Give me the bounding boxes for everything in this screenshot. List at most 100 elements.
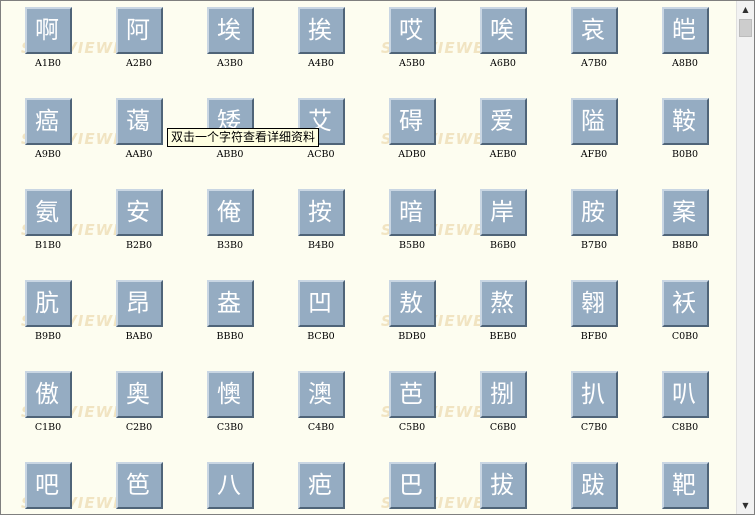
char-cell: 岸 B6B0 xyxy=(468,189,538,259)
char-glyph: 疤 xyxy=(308,471,332,499)
char-tile[interactable]: 懊 xyxy=(207,371,254,418)
char-tile[interactable]: 爱 xyxy=(480,98,527,145)
char-code: C7B0 xyxy=(580,422,608,433)
char-code: BFB0 xyxy=(580,331,608,342)
char-glyph: 奥 xyxy=(126,380,150,408)
char-tile[interactable]: 俺 xyxy=(207,189,254,236)
char-cell: 八 CBB0 xyxy=(195,462,265,514)
char-tile[interactable]: 按 xyxy=(298,189,345,236)
char-code: ABB0 xyxy=(216,149,244,160)
char-tile[interactable]: 岸 xyxy=(480,189,527,236)
char-cell: 巴 CDB0 xyxy=(377,462,447,514)
char-cell: 奥 C2B0 xyxy=(104,371,174,441)
char-tile[interactable]: 八 xyxy=(207,462,254,509)
scroll-down-icon[interactable]: ▼ xyxy=(737,497,754,514)
char-cell: 唉 A6B0 xyxy=(468,7,538,77)
char-tile[interactable]: 氨 xyxy=(25,189,72,236)
char-code: A5B0 xyxy=(399,58,425,69)
char-tile[interactable]: 疤 xyxy=(298,462,345,509)
char-tile[interactable]: 奥 xyxy=(116,371,163,418)
char-tile[interactable]: 案 xyxy=(662,189,709,236)
char-code: A2B0 xyxy=(126,58,152,69)
char-code: ACB0 xyxy=(307,149,335,160)
char-tile[interactable]: 盎 xyxy=(207,280,254,327)
char-tile[interactable]: 暗 xyxy=(389,189,436,236)
char-cell: 吧 C9B0 xyxy=(13,462,83,514)
char-code: CBB0 xyxy=(195,513,265,514)
char-glyph: 岸 xyxy=(490,198,514,226)
char-tile[interactable]: 胺 xyxy=(571,189,618,236)
char-tile[interactable]: 叭 xyxy=(662,371,709,418)
char-tile[interactable]: 皑 xyxy=(662,7,709,54)
char-tile[interactable]: 鞍 xyxy=(662,98,709,145)
char-tile[interactable]: 阿 xyxy=(116,7,163,54)
vertical-scrollbar[interactable]: ▲ ▼ xyxy=(736,1,754,514)
char-cell: 案 B8B0 xyxy=(650,189,720,259)
char-glyph: 埃 xyxy=(217,16,241,44)
scroll-up-icon[interactable]: ▲ xyxy=(737,1,754,18)
char-tile[interactable]: 捌 xyxy=(480,371,527,418)
char-glyph: 鞍 xyxy=(672,107,696,135)
char-code: AEB0 xyxy=(489,149,517,160)
char-tile[interactable]: 啊 xyxy=(25,7,72,54)
char-code: AFB0 xyxy=(580,149,608,160)
char-cell: 哀 A7B0 xyxy=(559,7,629,77)
char-code: BAB0 xyxy=(125,331,153,342)
char-tile[interactable]: 隘 xyxy=(571,98,618,145)
char-glyph: 碍 xyxy=(399,107,423,135)
char-tile[interactable]: 傲 xyxy=(25,371,72,418)
char-glyph: 捌 xyxy=(490,380,514,408)
char-tile[interactable]: 靶 xyxy=(662,462,709,509)
char-code: B7B0 xyxy=(580,240,608,251)
char-tile[interactable]: 碍 xyxy=(389,98,436,145)
char-tile[interactable]: 哎 xyxy=(389,7,436,54)
char-glyph: 跋 xyxy=(581,471,605,499)
char-tile[interactable]: 澳 xyxy=(298,371,345,418)
char-code: B1B0 xyxy=(34,240,62,251)
char-cell: 癌 A9B0 xyxy=(13,98,83,168)
char-code: A9B0 xyxy=(35,149,61,160)
char-tile[interactable]: 敖 xyxy=(389,280,436,327)
char-tile[interactable]: 笆 xyxy=(116,462,163,509)
char-glyph: 拔 xyxy=(490,471,514,499)
char-tile[interactable]: 昂 xyxy=(116,280,163,327)
char-tile[interactable]: 肮 xyxy=(25,280,72,327)
char-tile[interactable]: 唉 xyxy=(480,7,527,54)
char-code: C4B0 xyxy=(307,422,335,433)
char-tile[interactable]: 凹 xyxy=(298,280,345,327)
char-tile[interactable]: 芭 xyxy=(389,371,436,418)
char-cell: 按 B4B0 xyxy=(286,189,356,259)
char-glyph: 袄 xyxy=(672,289,696,317)
char-tile[interactable]: 安 xyxy=(116,189,163,236)
char-cell: 盎 BBB0 xyxy=(195,280,265,350)
char-tile[interactable]: 巴 xyxy=(389,462,436,509)
char-tile[interactable]: 埃 xyxy=(207,7,254,54)
char-code: C1B0 xyxy=(34,422,62,433)
char-tile[interactable]: 癌 xyxy=(25,98,72,145)
char-tile[interactable]: 袄 xyxy=(662,280,709,327)
char-tile[interactable]: 扒 xyxy=(571,371,618,418)
char-tile[interactable]: 熬 xyxy=(480,280,527,327)
char-tile[interactable]: 哀 xyxy=(571,7,618,54)
char-cell: 昂 BAB0 xyxy=(104,280,174,350)
scrollbar-thumb[interactable] xyxy=(739,19,752,37)
char-code: C3B0 xyxy=(216,422,244,433)
char-code: AAB0 xyxy=(125,149,153,160)
char-cell: 挨 A4B0 xyxy=(286,7,356,77)
char-tile[interactable]: 吧 xyxy=(25,462,72,509)
char-tile[interactable]: 拔 xyxy=(480,462,527,509)
char-tile[interactable]: 挨 xyxy=(298,7,345,54)
char-glyph: 吧 xyxy=(35,471,59,499)
char-tile[interactable]: 跋 xyxy=(571,462,618,509)
char-code: CEB0 xyxy=(468,513,538,514)
char-cell: 翱 BFB0 xyxy=(559,280,629,350)
char-cell: 疤 CCB0 xyxy=(286,462,356,514)
char-glyph: 凹 xyxy=(308,289,332,317)
char-tile[interactable]: 蔼 xyxy=(116,98,163,145)
char-cell: 澳 C4B0 xyxy=(286,371,356,441)
char-glyph: 靶 xyxy=(672,471,696,499)
character-grid-view: SHX VIEWER SHX VIEWER SHX VIEWER SHX VIEWER… xyxy=(1,1,736,514)
char-code: B2B0 xyxy=(125,240,153,251)
char-glyph: 隘 xyxy=(581,107,605,135)
char-tile[interactable]: 翱 xyxy=(571,280,618,327)
